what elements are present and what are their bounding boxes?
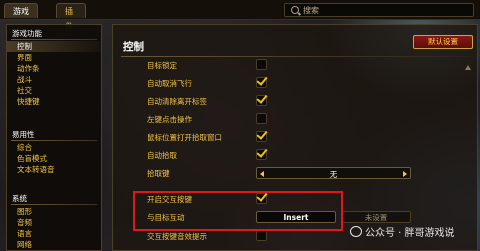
sidebar-section-accessibility: 易用性 综合 色盲模式 文本转语音 <box>7 129 101 175</box>
arrow-left-icon[interactable] <box>260 171 264 177</box>
interact-sound-checkbox[interactable] <box>256 230 267 241</box>
setting-label: 鼠标位置打开拾取窗口 <box>147 133 222 142</box>
top-tab-bar: 游戏 插件 搜索 <box>0 0 480 31</box>
scroll-up-arrow-icon[interactable] <box>465 65 471 70</box>
checkmark-icon <box>256 146 268 158</box>
sidebar-item-general[interactable]: 综合 <box>7 142 101 153</box>
page-title: 控制 <box>123 41 144 53</box>
setting-row-loot-key: 拾取键 无 <box>113 165 453 181</box>
setting-label: 目标锁定 <box>147 61 177 70</box>
loot-under-mouse-checkbox[interactable] <box>256 128 268 142</box>
sidebar-divider <box>11 204 97 205</box>
sidebar-divider <box>11 39 97 40</box>
auto-loot-checkbox[interactable] <box>256 146 268 160</box>
sidebar-section-title: 系统 <box>12 194 27 203</box>
setting-row-target-lock: 目标锁定 <box>113 57 453 73</box>
search-icon <box>291 6 299 14</box>
setting-label: 交互按键音效提示 <box>147 232 207 241</box>
left-click-checkbox[interactable] <box>256 113 267 124</box>
settings-sidebar: 游戏功能 控制 界面 动作条 战斗 社交 快捷键 易用性 综合 色盲模式 文本转… <box>6 24 102 251</box>
search-placeholder: 搜索 <box>303 6 319 15</box>
setting-row-loot-under-mouse: 鼠标位置打开拾取窗口 <box>113 128 453 145</box>
sidebar-item-controls[interactable]: 控制 <box>7 41 101 52</box>
scrollbar[interactable] <box>465 65 471 247</box>
setting-label: 左键点击操作 <box>147 115 192 124</box>
search-input[interactable]: 搜索 <box>284 3 474 17</box>
sidebar-divider <box>11 140 97 141</box>
interact-secondary-keybind[interactable]: 未设置 <box>341 211 411 223</box>
sidebar-item-text-to-speech[interactable]: 文本转语音 <box>7 164 101 175</box>
sidebar-item-graphics[interactable]: 图形 <box>7 206 101 217</box>
setting-row-left-click: 左键点击操作 <box>113 111 453 127</box>
loot-key-dropdown[interactable]: 无 <box>256 167 411 179</box>
sidebar-item-combat[interactable]: 战斗 <box>7 74 101 85</box>
auto-clear-afk-checkbox[interactable] <box>256 92 268 106</box>
setting-label: 拾取键 <box>147 169 170 178</box>
red-highlight-annotation <box>133 191 343 231</box>
setting-label: 自动取消飞行 <box>147 79 192 88</box>
sidebar-item-action-bars[interactable]: 动作条 <box>7 63 101 74</box>
sidebar-section-title: 游戏功能 <box>12 29 42 38</box>
sidebar-section-system: 系统 图形 音频 语言 网络 <box>7 193 101 250</box>
sidebar-item-social[interactable]: 社交 <box>7 85 101 96</box>
sidebar-item-audio[interactable]: 音频 <box>7 217 101 228</box>
sidebar-section-gameplay: 游戏功能 控制 界面 动作条 战斗 社交 快捷键 <box>7 28 101 107</box>
defaults-button[interactable]: 默认设置 <box>413 35 473 49</box>
sidebar-item-language[interactable]: 语言 <box>7 228 101 239</box>
setting-row-auto-dismount: 自动取消飞行 <box>113 74 453 91</box>
target-lock-checkbox[interactable] <box>256 59 267 70</box>
dropdown-value: 无 <box>329 170 338 179</box>
sidebar-item-keybindings[interactable]: 快捷键 <box>7 96 101 107</box>
checkmark-icon <box>256 128 268 140</box>
sidebar-item-interface[interactable]: 界面 <box>7 52 101 63</box>
setting-label: 自动拾取 <box>147 151 177 160</box>
sidebar-section-title: 易用性 <box>12 130 35 139</box>
wechat-icon <box>350 226 362 237</box>
tab-game[interactable]: 游戏 <box>4 3 38 18</box>
tab-addons[interactable]: 插件 <box>56 3 86 31</box>
setting-row-auto-clear-afk: 自动清除离开标签 <box>113 92 453 109</box>
wechat-watermark: 公众号 · 胖哥游戏说 <box>350 224 455 239</box>
arrow-right-icon[interactable] <box>403 171 407 177</box>
sidebar-item-network[interactable]: 网络 <box>7 239 101 250</box>
checkmark-icon <box>256 74 268 86</box>
sidebar-item-colorblind[interactable]: 色盲模式 <box>7 153 101 164</box>
setting-label: 自动清除离开标签 <box>147 97 207 106</box>
watermark-text: 公众号 · 胖哥游戏说 <box>365 228 455 239</box>
setting-row-auto-loot: 自动拾取 <box>113 146 453 163</box>
checkmark-icon <box>256 92 268 104</box>
auto-dismount-checkbox[interactable] <box>256 74 268 88</box>
